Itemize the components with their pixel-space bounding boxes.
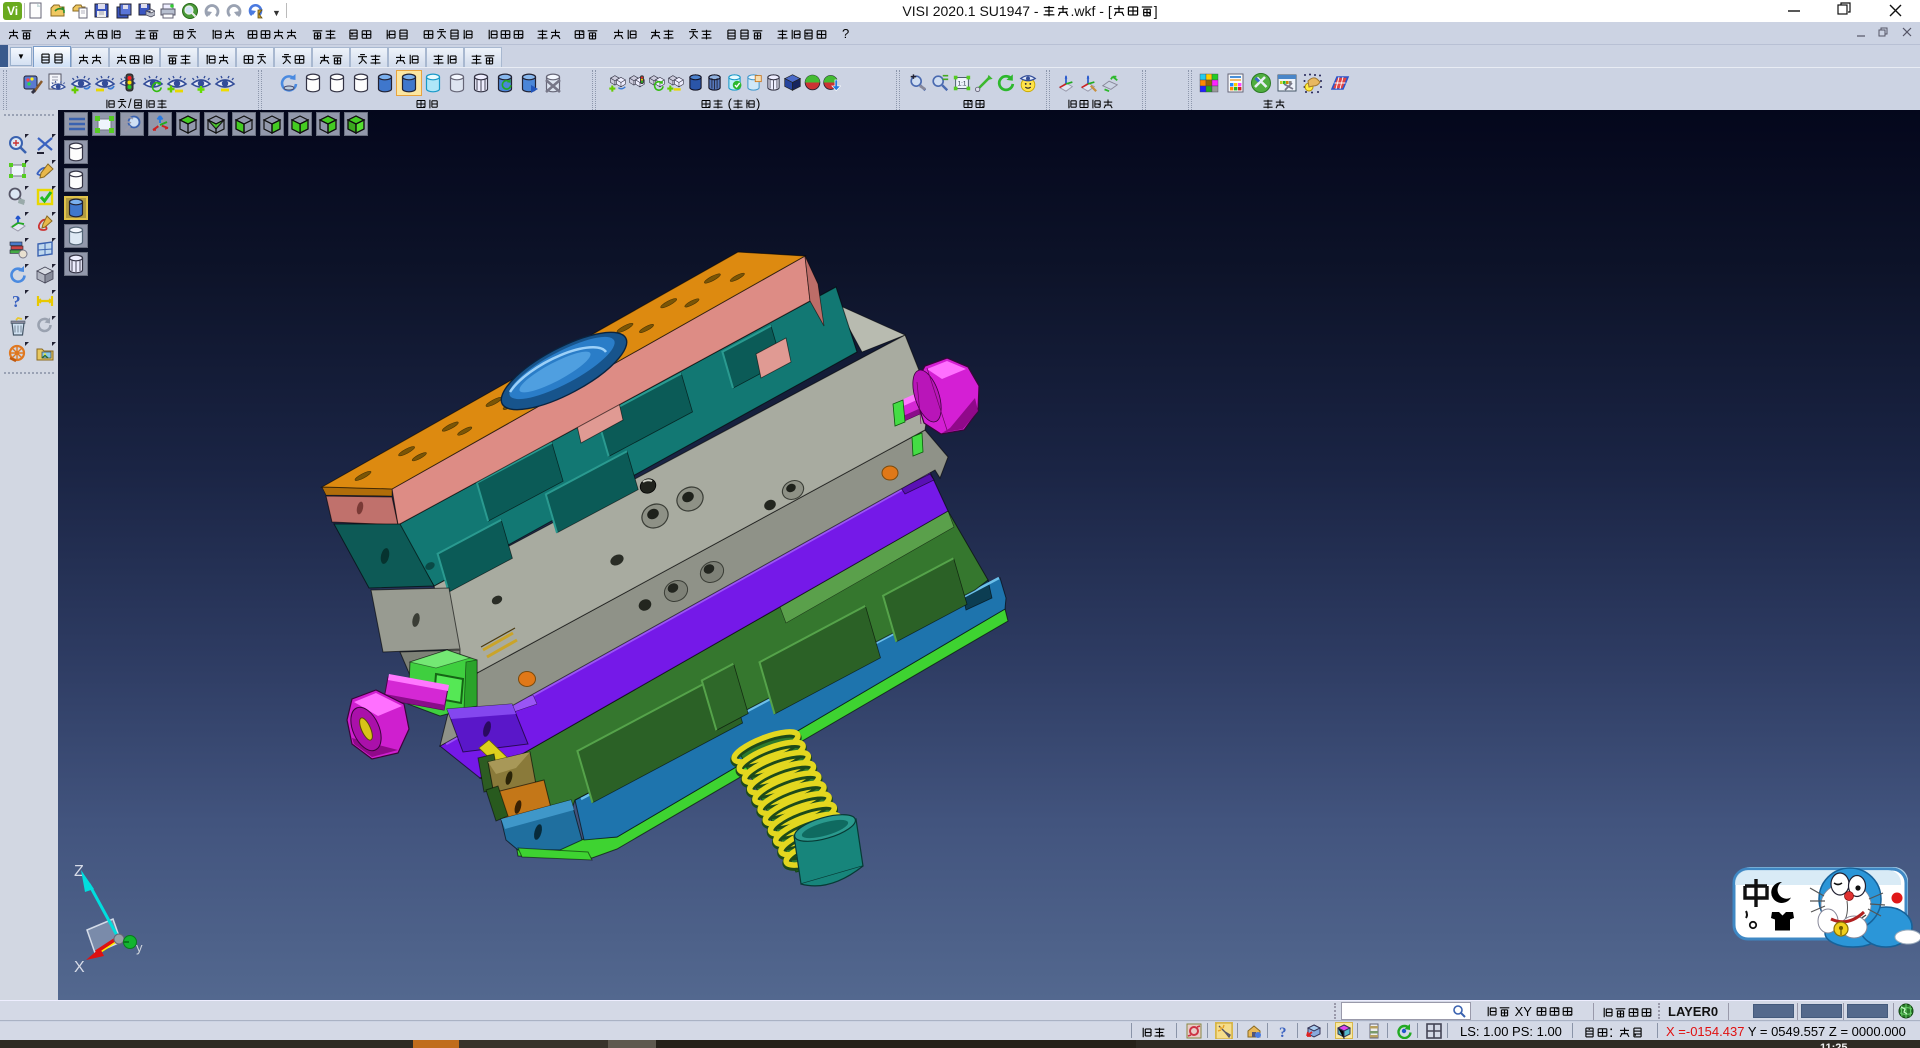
svg-text:y: y	[136, 940, 143, 955]
svg-text:1:1: 1:1	[958, 81, 967, 88]
svg-text:?: ?	[12, 292, 21, 311]
svg-text:X: X	[74, 959, 85, 976]
svg-text:?: ?	[1279, 1025, 1287, 1039]
